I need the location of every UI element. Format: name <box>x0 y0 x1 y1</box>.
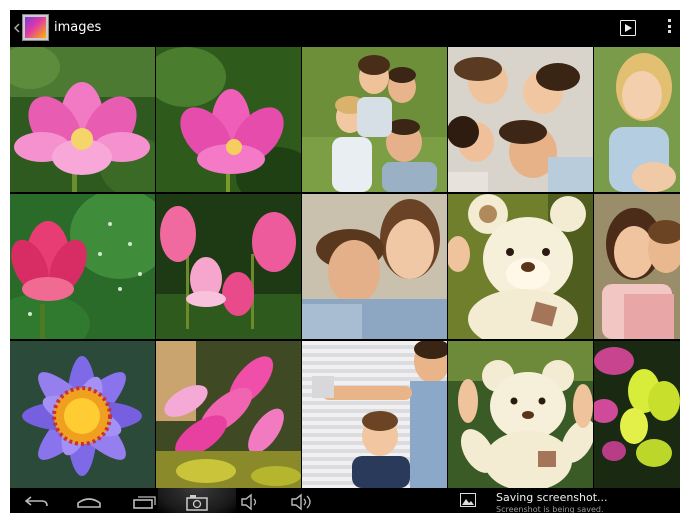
photo-thumbnail-yellow-orchids[interactable] <box>594 341 680 488</box>
photo-thumbnail-pink-lotus-1[interactable] <box>10 47 155 192</box>
up-caret-icon[interactable] <box>12 21 22 35</box>
navigation-bar: Saving screenshot... Screenshot is being… <box>10 488 680 513</box>
photo-thumbnail-father-and-son[interactable] <box>302 341 447 488</box>
volume-down-icon[interactable] <box>238 488 264 513</box>
photo-thumbnail-teddy-bear-held[interactable] <box>448 341 593 488</box>
gallery-screen: images Saving screenshot... Screenshot i… <box>10 10 680 513</box>
screenshot-icon[interactable] <box>158 488 236 513</box>
photo-thumbnail-family-portrait[interactable] <box>302 47 447 192</box>
volume-up-icon[interactable] <box>288 488 318 513</box>
back-icon[interactable] <box>22 488 52 513</box>
photo-thumbnail-lotus-pond[interactable] <box>156 194 301 339</box>
home-icon[interactable] <box>74 488 104 513</box>
photo-thumbnail-teddy-bear[interactable] <box>448 194 593 339</box>
album-title: images <box>54 20 102 35</box>
overflow-menu-icon[interactable] <box>666 19 672 37</box>
photo-thumbnail-family-lying[interactable] <box>448 47 593 192</box>
photo-thumbnail-smiling-women[interactable] <box>594 194 680 339</box>
action-bar: images <box>10 10 680 46</box>
slideshow-icon[interactable] <box>620 20 636 36</box>
photo-thumbnail-water-lily[interactable] <box>10 341 155 488</box>
notification-title: Saving screenshot... <box>496 491 608 504</box>
photo-thumbnail-couple[interactable] <box>302 194 447 339</box>
notification-subtitle: Screenshot is being saved. <box>496 505 604 513</box>
gallery-app-icon[interactable] <box>22 14 49 41</box>
photo-thumbnail-smiling-girls[interactable] <box>594 47 680 192</box>
photo-grid <box>10 47 680 488</box>
photo-thumbnail-lotus-dew[interactable] <box>10 194 155 339</box>
photo-thumbnail-pink-lotus-2[interactable] <box>156 47 301 192</box>
recent-apps-icon[interactable] <box>128 488 158 513</box>
image-icon <box>460 493 476 507</box>
photo-thumbnail-flowering-shrub[interactable] <box>156 341 301 488</box>
